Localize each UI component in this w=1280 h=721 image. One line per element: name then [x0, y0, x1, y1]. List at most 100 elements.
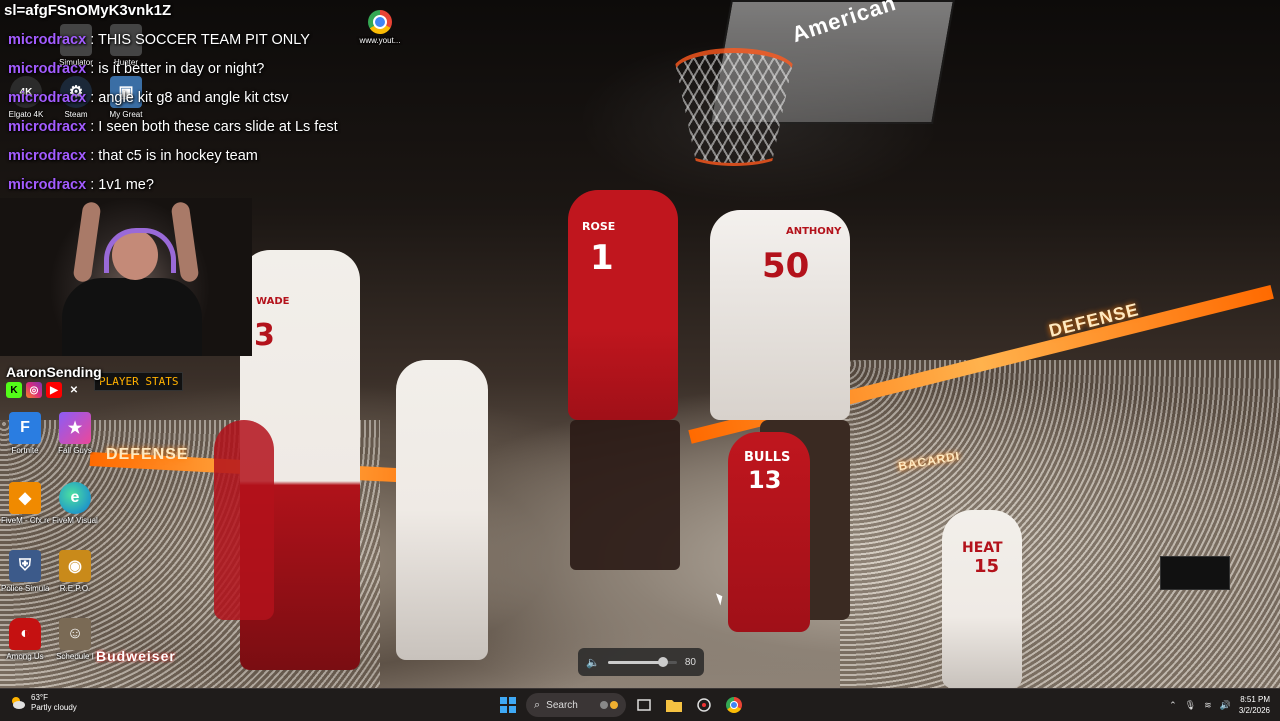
fivem-icon: ◆	[9, 482, 41, 514]
search-label: Search	[546, 699, 578, 711]
desktop-icon-label: Police Simulat...	[1, 584, 49, 593]
weather-temp: 63°F	[31, 693, 48, 702]
desktop-icon-fortnite[interactable]: F Fortnite	[1, 412, 49, 455]
amongus-icon: ◐	[9, 618, 41, 650]
chat-message: microdracx : THIS SOCCER TEAM PIT ONLY	[8, 32, 310, 48]
chevron-up-icon[interactable]: ⌃	[1169, 700, 1177, 711]
partly-cloudy-icon	[12, 697, 25, 709]
taskbar-search[interactable]: ⌕ Search	[526, 693, 626, 717]
volume-slider-knob[interactable]	[658, 656, 669, 667]
repo-icon: ◉	[59, 550, 91, 582]
player-stats-board: PLAYER STATS	[94, 372, 184, 391]
chat-username: microdracx	[8, 148, 87, 164]
chat-text: I seen both these cars slide at Ls fest	[98, 119, 338, 135]
chat-text: angle kit g8 and angle kit ctsv	[98, 90, 289, 106]
social-bar: AaronSending K ◎ ▶ ✕	[6, 364, 102, 398]
jersey-word-bulls: BULLS	[744, 450, 791, 465]
desktop-icon-label: Schedule I	[56, 652, 94, 661]
microphone-icon[interactable]: 🎙	[1185, 700, 1196, 711]
chat-username: microdracx	[8, 61, 87, 77]
app-button[interactable]	[692, 693, 716, 717]
webcam-body	[62, 278, 202, 356]
chat-message: microdracx : I seen both these cars slid…	[8, 119, 338, 135]
budweiser-sign: Budweiser	[96, 648, 176, 664]
chat-text: THIS SOCCER TEAM PIT ONLY	[98, 32, 310, 48]
webcam-feed	[0, 198, 252, 356]
volume-flyout[interactable]: 🔈 80	[578, 648, 704, 676]
fallguys-icon: ★	[59, 412, 91, 444]
police-icon: ⛨	[9, 550, 41, 582]
chat-username: microdracx	[8, 119, 87, 135]
desktop-icon-repo[interactable]: ◉ R.E.P.O.	[51, 550, 99, 593]
mouse-cursor	[715, 591, 726, 606]
file-explorer-button[interactable]	[662, 693, 686, 717]
weather-widget[interactable]: 63°F Partly cloudy	[10, 693, 77, 713]
chat-username: microdracx	[8, 177, 87, 193]
youtube-icon: ▶	[46, 382, 62, 398]
desktop-icon-label: Fortnite	[11, 446, 39, 455]
desktop-icon-amongus[interactable]: ◐ Among Us	[1, 618, 49, 661]
desktop-icon-label: www.yout...	[359, 36, 401, 45]
volume-slider[interactable]	[608, 656, 677, 667]
desktop-icon-label: FiveM Visual	[52, 516, 98, 525]
system-tray: ⌃ 🎙 ≋ 🔊 8:51 PM 3/2/2026	[1169, 692, 1270, 718]
chat-username: microdracx	[8, 90, 87, 106]
chat-overlay: microdracx : THIS SOCCER TEAM PIT ONLY m…	[8, 30, 338, 204]
task-view-button[interactable]	[632, 693, 656, 717]
jersey-name-rose: ROSE	[582, 220, 616, 233]
taskbar-center: ⌕ Search	[496, 693, 746, 717]
chrome-taskbar-button[interactable]	[722, 693, 746, 717]
desktop-icon-label: Among Us	[6, 652, 44, 661]
jersey-name-anthony: ANTHONY	[786, 226, 842, 237]
social-name: AaronSending	[6, 364, 102, 380]
search-highlight-icon	[600, 701, 618, 709]
chat-username: microdracx	[8, 32, 87, 48]
desktop-icon-fivem-visual[interactable]: e FiveM Visual	[51, 482, 99, 525]
weather-desc: Partly cloudy	[31, 703, 77, 712]
basketball-hoop	[672, 48, 796, 166]
desktop-icon-schedule[interactable]: ☺ Schedule I	[51, 618, 99, 661]
desktop-icon-label: FiveM - Cfx.re Devel...	[1, 516, 49, 525]
jersey-number-heat: 15	[974, 556, 1000, 577]
wifi-icon[interactable]: ≋	[1204, 700, 1212, 711]
jersey-number-rose: 1	[590, 238, 614, 278]
chrome-icon	[368, 10, 392, 34]
player-bulls-left	[214, 420, 274, 620]
jersey-number-anthony: 50	[762, 246, 810, 286]
headphones-icon	[104, 228, 176, 273]
scoreboard-right	[1160, 556, 1230, 590]
clock[interactable]: 8:51 PM 3/2/2026	[1239, 694, 1270, 716]
schedule-icon: ☺	[59, 618, 91, 650]
clock-date: 3/2/2026	[1238, 706, 1270, 715]
clock-time: 8:51 PM	[1240, 695, 1270, 704]
folder-icon	[666, 700, 682, 712]
desktop-icon-chrome-youtube[interactable]: www.yout...	[356, 10, 404, 45]
x-icon: ✕	[69, 384, 79, 396]
chat-text: 1v1 me?	[98, 177, 154, 193]
volume-value: 80	[684, 656, 696, 668]
desktop-icon-fallguys[interactable]: ★ Fall Guys	[51, 412, 99, 455]
speaker-icon[interactable]: 🔈	[586, 656, 600, 669]
desktop-icon-police-simulator[interactable]: ⛨ Police Simulat...	[1, 550, 49, 593]
volume-icon[interactable]: 🔊	[1220, 700, 1231, 711]
player-anthony	[710, 210, 850, 420]
start-button[interactable]	[496, 693, 520, 717]
social-icons: K ◎ ▶ ✕	[6, 382, 102, 398]
chat-message: microdracx : is it better in day or nigh…	[8, 61, 265, 77]
desktop-icon-label: R.E.P.O.	[59, 584, 91, 593]
webcam-arm-left	[72, 201, 102, 283]
recording-app-icon	[697, 698, 711, 712]
stream-title: sl=afgFSnOMyK3vnk1Z	[4, 2, 172, 19]
player-rose-legs	[570, 420, 680, 570]
edge-icon: e	[59, 482, 91, 514]
windows-icon	[500, 697, 516, 713]
instagram-icon: ◎	[26, 382, 42, 398]
desktop-icon-fivem[interactable]: ◆ FiveM - Cfx.re Devel...	[1, 482, 49, 525]
volume-slider-fill	[608, 660, 664, 664]
chat-text: that c5 is in hockey team	[98, 148, 258, 164]
taskbar: 63°F Partly cloudy ⌕ Search ⌃ 🎙 ≋ 🔊 8:51…	[0, 688, 1280, 721]
crowd-right	[840, 360, 1280, 688]
jersey-number-wade: 3	[254, 318, 275, 353]
task-view-icon	[637, 699, 651, 711]
player-heat-15	[942, 510, 1022, 688]
